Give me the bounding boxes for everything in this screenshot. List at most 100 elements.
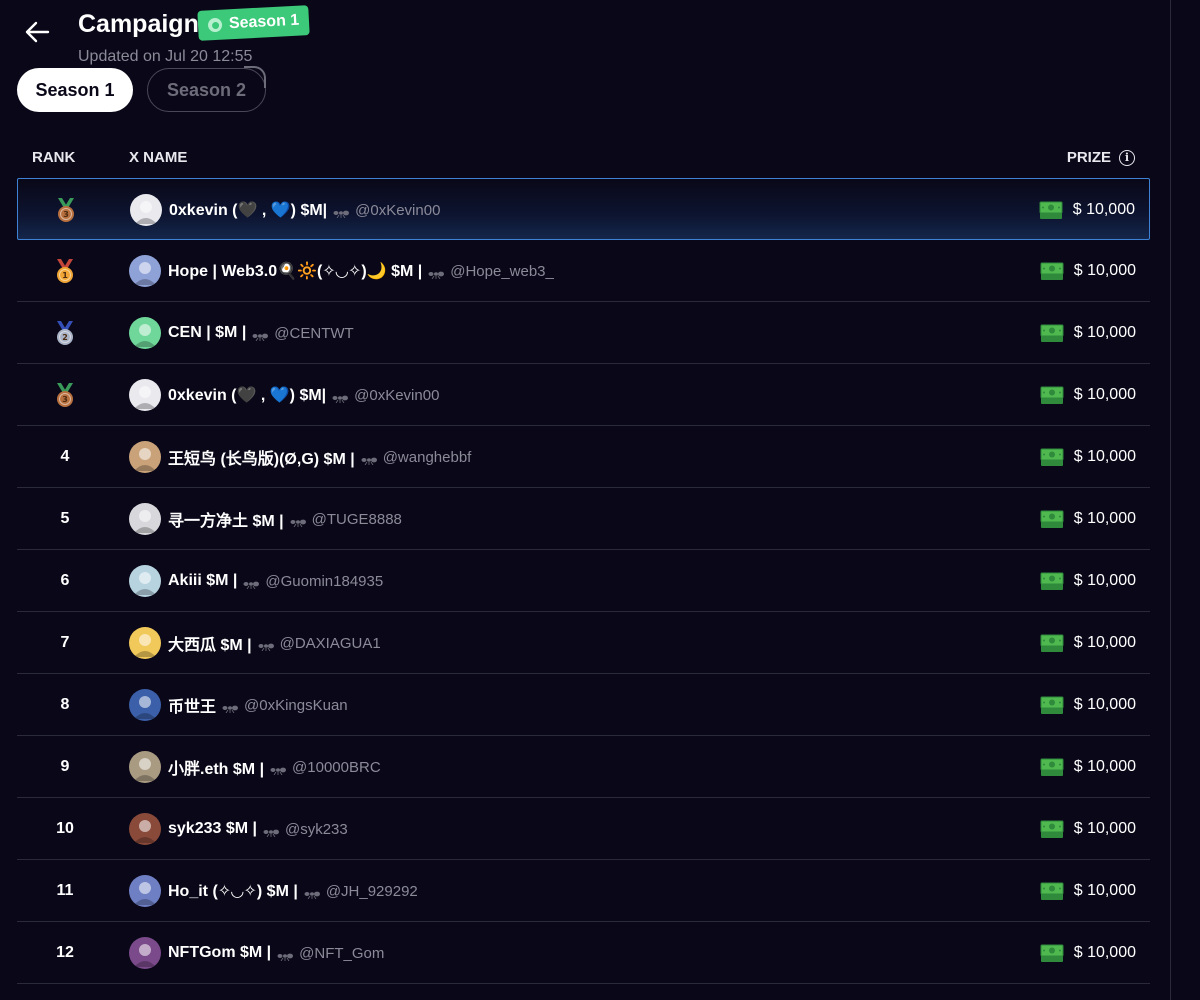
display-name[interactable]: Hope | Web3.0🍳🔆(✧◡✧)🌙 $M |: [168, 261, 422, 281]
prize-cell: $ 10,000: [1039, 179, 1135, 241]
display-name[interactable]: syk233 $M |: [168, 820, 257, 838]
arrow-left-icon: [25, 21, 50, 43]
avatar[interactable]: [129, 751, 161, 783]
ant-icon: [333, 205, 350, 219]
table-row[interactable]: 3 0xkevin (🖤 , 💙) $M| @0xKevin00 $ 10,000: [17, 178, 1150, 240]
name-cell: CEN | $M | @CENTWT: [168, 302, 354, 364]
name-cell: 寻一方净土 $M | @TUGE8888: [168, 488, 402, 550]
table-row[interactable]: 3 0xkevin (🖤 , 💙) $M| @0xKevin00 $ 10,000: [17, 364, 1150, 426]
avatar[interactable]: [129, 627, 161, 659]
prize-cell: $ 10,000: [1040, 736, 1136, 798]
rank-cell: 12: [56, 944, 74, 961]
avatar[interactable]: [129, 379, 161, 411]
ant-icon: [304, 886, 320, 900]
ant-icon: [258, 638, 274, 652]
x-handle[interactable]: @Hope_web3_: [450, 263, 554, 280]
table-row[interactable]: 5 寻一方净土 $M | @TUGE8888 $ 10,000: [17, 488, 1150, 550]
prize-cell: $ 10,000: [1040, 798, 1136, 860]
avatar[interactable]: [129, 317, 161, 349]
rank-cell: 9: [60, 758, 70, 775]
table-row[interactable]: 2 CEN | $M | @CENTWT $ 10,000: [17, 302, 1150, 364]
table-row[interactable]: 7 大西瓜 $M | @DAXIAGUA1 $ 10,000: [17, 612, 1150, 674]
money-stack-icon: [1040, 385, 1064, 405]
avatar[interactable]: [129, 875, 161, 907]
table-row[interactable]: 12 NFTGom $M | @NFT_Gom $ 10,000: [17, 922, 1150, 984]
avatar[interactable]: [129, 255, 161, 287]
display-name[interactable]: 0xkevin (🖤 , 💙) $M|: [169, 200, 327, 220]
avatar[interactable]: [130, 194, 162, 226]
x-handle[interactable]: @0xKingsKuan: [244, 697, 348, 714]
table-row[interactable]: 1 Hope | Web3.0🍳🔆(✧◡✧)🌙 $M | @Hope_web3_ $ …: [17, 240, 1150, 302]
ant-icon: [252, 328, 269, 342]
ant-icon: [361, 452, 377, 466]
prize-amount: $ 10,000: [1073, 634, 1136, 651]
money-stack-icon: [1040, 881, 1064, 901]
season-badge: Season 1: [197, 5, 310, 41]
display-name[interactable]: 0xkevin (🖤 , 💙) $M|: [168, 385, 326, 405]
back-button[interactable]: [22, 18, 52, 46]
money-stack-icon: [1040, 447, 1064, 467]
svg-text:3: 3: [62, 395, 68, 404]
info-icon[interactable]: i: [1119, 149, 1135, 166]
table-row[interactable]: 4 王短鸟 (长鸟版)(Ø,G) $M | @wanghebbf $ 10,000: [17, 426, 1150, 488]
x-handle[interactable]: @wanghebbf: [383, 449, 472, 466]
money-stack-icon: [1040, 819, 1064, 839]
avatar[interactable]: [129, 689, 161, 721]
display-name[interactable]: 大西瓜 $M |: [168, 631, 252, 655]
display-name[interactable]: NFTGom $M |: [168, 944, 271, 962]
display-name[interactable]: Ho_it (✧◡✧) $M |: [168, 881, 298, 901]
prize-cell: $ 10,000: [1040, 550, 1136, 612]
x-handle[interactable]: @10000BRC: [292, 759, 381, 776]
leaderboard-table: 3 0xkevin (🖤 , 💙) $M| @0xKevin00 $ 10,000 1 H…: [17, 178, 1150, 984]
prize-amount: $ 10,000: [1073, 696, 1136, 713]
avatar[interactable]: [129, 441, 161, 473]
x-handle[interactable]: @DAXIAGUA1: [280, 635, 381, 652]
table-row[interactable]: 11 Ho_it (✧◡✧) $M | @JH_929292 $ 10,000: [17, 860, 1150, 922]
display-name[interactable]: 小胖.eth $M |: [168, 755, 264, 779]
money-stack-icon: [1039, 200, 1063, 220]
prize-cell: $ 10,000: [1040, 302, 1136, 364]
prize-amount: $ 10,000: [1073, 386, 1136, 403]
money-stack-icon: [1040, 757, 1064, 777]
x-handle[interactable]: @syk233: [285, 821, 348, 838]
x-handle[interactable]: @0xKevin00: [354, 387, 439, 404]
rank-cell: 6: [60, 572, 70, 589]
x-handle[interactable]: @NFT_Gom: [299, 945, 384, 962]
x-handle[interactable]: @Guomin184935: [265, 573, 383, 590]
x-handle[interactable]: @CENTWT: [274, 325, 353, 342]
prize-amount: $ 10,000: [1073, 324, 1136, 341]
display-name[interactable]: 王短鸟 (长鸟版)(Ø,G) $M |: [168, 445, 355, 469]
x-handle[interactable]: @0xKevin00: [355, 202, 440, 219]
name-cell: 王短鸟 (长鸟版)(Ø,G) $M | @wanghebbf: [168, 426, 471, 488]
prize-amount: $ 10,000: [1073, 262, 1136, 279]
name-cell: syk233 $M | @syk233: [168, 798, 348, 860]
x-handle[interactable]: @TUGE8888: [312, 511, 402, 528]
table-row[interactable]: 9 小胖.eth $M | @10000BRC $ 10,000: [17, 736, 1150, 798]
display-name[interactable]: 币世王: [168, 693, 216, 717]
prize-cell: $ 10,000: [1040, 488, 1136, 550]
avatar[interactable]: [129, 937, 161, 969]
rank-cell: 1: [41, 240, 89, 302]
name-cell: Ho_it (✧◡✧) $M | @JH_929292: [168, 860, 418, 922]
avatar[interactable]: [129, 813, 161, 845]
column-prize-label: PRIZE: [1066, 149, 1111, 166]
table-row[interactable]: 8 币世王 @0xKingsKuan $ 10,000: [17, 674, 1150, 736]
rank-cell: 11: [56, 882, 74, 899]
x-handle[interactable]: @JH_929292: [326, 883, 418, 900]
display-name[interactable]: 寻一方净土 $M |: [168, 507, 284, 531]
avatar[interactable]: [129, 503, 161, 535]
display-name[interactable]: Akiii $M |: [168, 572, 237, 590]
tab-season-2-arc: [244, 66, 266, 88]
avatar[interactable]: [129, 565, 161, 597]
ant-icon: [428, 266, 445, 280]
tab-season-1[interactable]: Season 1: [17, 68, 133, 112]
prize-cell: $ 10,000: [1040, 364, 1136, 426]
name-cell: Akiii $M | @Guomin184935: [168, 550, 383, 612]
display-name[interactable]: CEN | $M |: [168, 324, 246, 342]
prize-cell: $ 10,000: [1040, 612, 1136, 674]
rank-cell: 10: [56, 820, 74, 837]
table-row[interactable]: 6 Akiii $M | @Guomin184935 $ 10,000: [17, 550, 1150, 612]
ant-icon: [277, 948, 294, 962]
table-row[interactable]: 10 syk233 $M | @syk233 $ 10,000: [17, 798, 1150, 860]
prize-amount: $ 10,000: [1073, 820, 1136, 837]
